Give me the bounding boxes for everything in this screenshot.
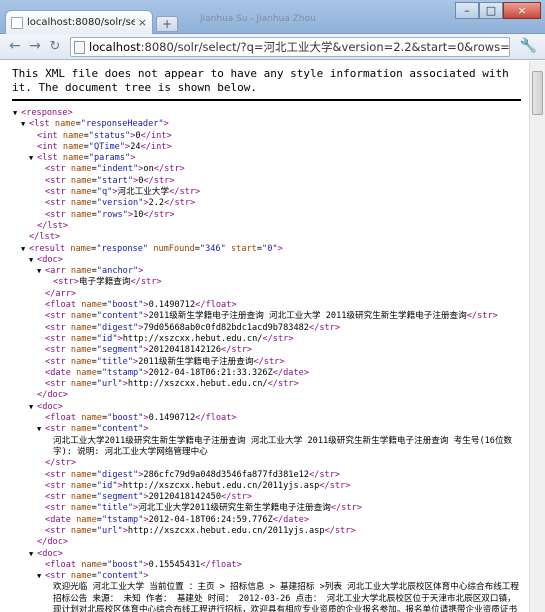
params-list: <str name="indent">on</str> <str name="st… [29, 164, 521, 220]
xml-tree: ▼ <response> ▼ <lst name="responseHeader">… [13, 108, 521, 612]
collapse-triangle-icon[interactable]: ▼ [29, 402, 37, 413]
new-tab-button[interactable]: + [156, 16, 178, 32]
collapse-triangle-icon[interactable]: ▼ [29, 255, 37, 266]
xml-node-open[interactable]: ▼ <doc> [29, 549, 521, 560]
xml-element: <int name="status">0</int> [37, 130, 172, 141]
collapse-triangle-icon[interactable]: ▼ [29, 153, 37, 164]
collapse-triangle-icon[interactable]: ▼ [13, 108, 21, 119]
scrollbar-thumb[interactable] [532, 71, 543, 115]
xml-node-close: </arr> [45, 288, 77, 299]
page-icon [74, 40, 85, 54]
close-window-button[interactable]: × [503, 2, 541, 19]
xml-node-open[interactable]: ▼ <lst name="responseHeader"> [21, 119, 521, 130]
xml-node-open[interactable]: ▼ <doc> [29, 402, 521, 413]
xml-param-element: <str name="indent">on</str> [45, 164, 185, 175]
xml-node-open[interactable]: ▼ <arr name="anchor"> [37, 266, 521, 277]
xml-param-element: <str name="start">0</str> [45, 175, 175, 186]
xml-element: <int name="QTime">24</int> [37, 141, 172, 152]
xml-element: <str name="title">河北工业大学2011级研究生新生学籍电子注册… [45, 503, 362, 514]
xml-node-open[interactable]: ▼ <doc> [29, 255, 521, 266]
xml-element: <float name="boost">0.1490712</float> [45, 300, 237, 311]
address-url[interactable]: localhost:8080/solr/select/?q=河北工业大学&ver… [89, 39, 509, 55]
xml-text: 河北工业大学2011级研究生新生学籍电子注册查询 河北工业大学 2011级研究生… [53, 435, 513, 457]
xml-node-open[interactable]: ▼ <response> [13, 108, 521, 119]
xml-node-close: </doc> [37, 537, 69, 548]
xml-element: <date name="tstamp">2012-04-18T06:21:33.… [45, 367, 310, 378]
maximize-button[interactable]: □ [479, 2, 503, 19]
window-ghost-title: Jianhua Su - Jianhua Zhou [200, 14, 316, 24]
navigation-toolbar: ← → ↻ localhost:8080/solr/select/?q=河北工业… [0, 34, 545, 60]
xml-element: <str name="url">http://xszcxx.hebut.edu.… [45, 379, 299, 390]
browser-tab[interactable]: localhost:8080/solr/selec × [5, 10, 153, 34]
xml-element: <float name="boost">0.1490712</float> [45, 413, 237, 424]
xml-element: <str name="title">2011级新生学籍电子注册查询</str> [45, 356, 285, 367]
xml-element: <float name="boost">0.15545431</float> [45, 559, 242, 570]
xml-node-open[interactable]: ▼ <str name="content"> [37, 571, 521, 582]
back-arrow-icon[interactable]: ← [6, 38, 24, 56]
xml-node-open[interactable]: ▼ <result name="response" numFound="346" … [21, 244, 521, 255]
xml-param-element: <str name="version">2.2</str> [45, 198, 196, 209]
xml-element: <str name="url">http://xszcxx.hebut.edu.… [45, 525, 356, 536]
title-bar: localhost:8080/solr/selec × + Jianhua Su… [0, 0, 545, 34]
collapse-triangle-icon[interactable]: ▼ [37, 571, 45, 582]
xml-style-notice: This XML file does not appear to have an… [12, 67, 521, 101]
xml-node-open[interactable]: ▼ <lst name="params"> [29, 153, 521, 164]
xml-element: <date name="tstamp">2012-04-18T06:24:59.… [45, 514, 310, 525]
xml-element: <str name="content">2011级新生学籍电子注册查询 河北工业… [45, 311, 498, 322]
collapse-triangle-icon[interactable]: ▼ [29, 549, 37, 560]
xml-param-element: <str name="q">河北工业大学</str> [45, 187, 201, 198]
xml-node-open[interactable]: ▼ <str name="content"> [37, 424, 521, 435]
tab-title: localhost:8080/solr/selec [27, 17, 135, 28]
xml-element: <str name="segment">20120418142126</str> [45, 345, 253, 356]
collapse-triangle-icon[interactable]: ▼ [21, 244, 29, 255]
xml-element: <str name="id">http://xszcxx.hebut.edu.c… [45, 333, 294, 344]
page-icon [11, 16, 23, 29]
wrench-menu-icon[interactable]: 🔧 [520, 38, 537, 54]
xml-element: <str name="id">http://xszcxx.hebut.edu.c… [45, 480, 351, 491]
xml-viewer: This XML file does not appear to have an… [0, 61, 529, 612]
minimize-button[interactable]: – [455, 2, 479, 19]
xml-text: 欢迎光临 河北工业大学 当前位置 ：主页 > 招标信息 > 基建招标 >列表 河… [53, 582, 519, 612]
xml-element: <str name="segment">20120418142450</str> [45, 492, 253, 503]
xml-element: <str name="digest">79d05668ab0c0fd82bdc1… [45, 322, 341, 333]
collapse-triangle-icon[interactable]: ▼ [21, 119, 29, 130]
reload-icon[interactable]: ↻ [46, 38, 64, 56]
forward-arrow-icon[interactable]: → [26, 38, 44, 56]
collapse-triangle-icon[interactable]: ▼ [37, 266, 45, 277]
xml-element: <str name="digest">286cfc79d9a048d3546fa… [45, 469, 341, 480]
tab-close-icon[interactable]: × [138, 16, 147, 29]
xml-node-close: </str> [45, 458, 77, 469]
xml-param-element: <str name="rows">10</str> [45, 209, 175, 220]
xml-node-close: </lst> [37, 220, 69, 231]
xml-node-close: </lst> [29, 232, 61, 243]
xml-element: <str>电子学籍查询</str> [53, 277, 162, 288]
vertical-scrollbar[interactable] [529, 61, 545, 612]
window-controls: – □ × [455, 2, 541, 19]
xml-node-close: </doc> [37, 390, 69, 401]
address-bar[interactable]: localhost:8080/solr/select/?q=河北工业大学&ver… [70, 37, 510, 57]
collapse-triangle-icon[interactable]: ▼ [37, 424, 45, 435]
